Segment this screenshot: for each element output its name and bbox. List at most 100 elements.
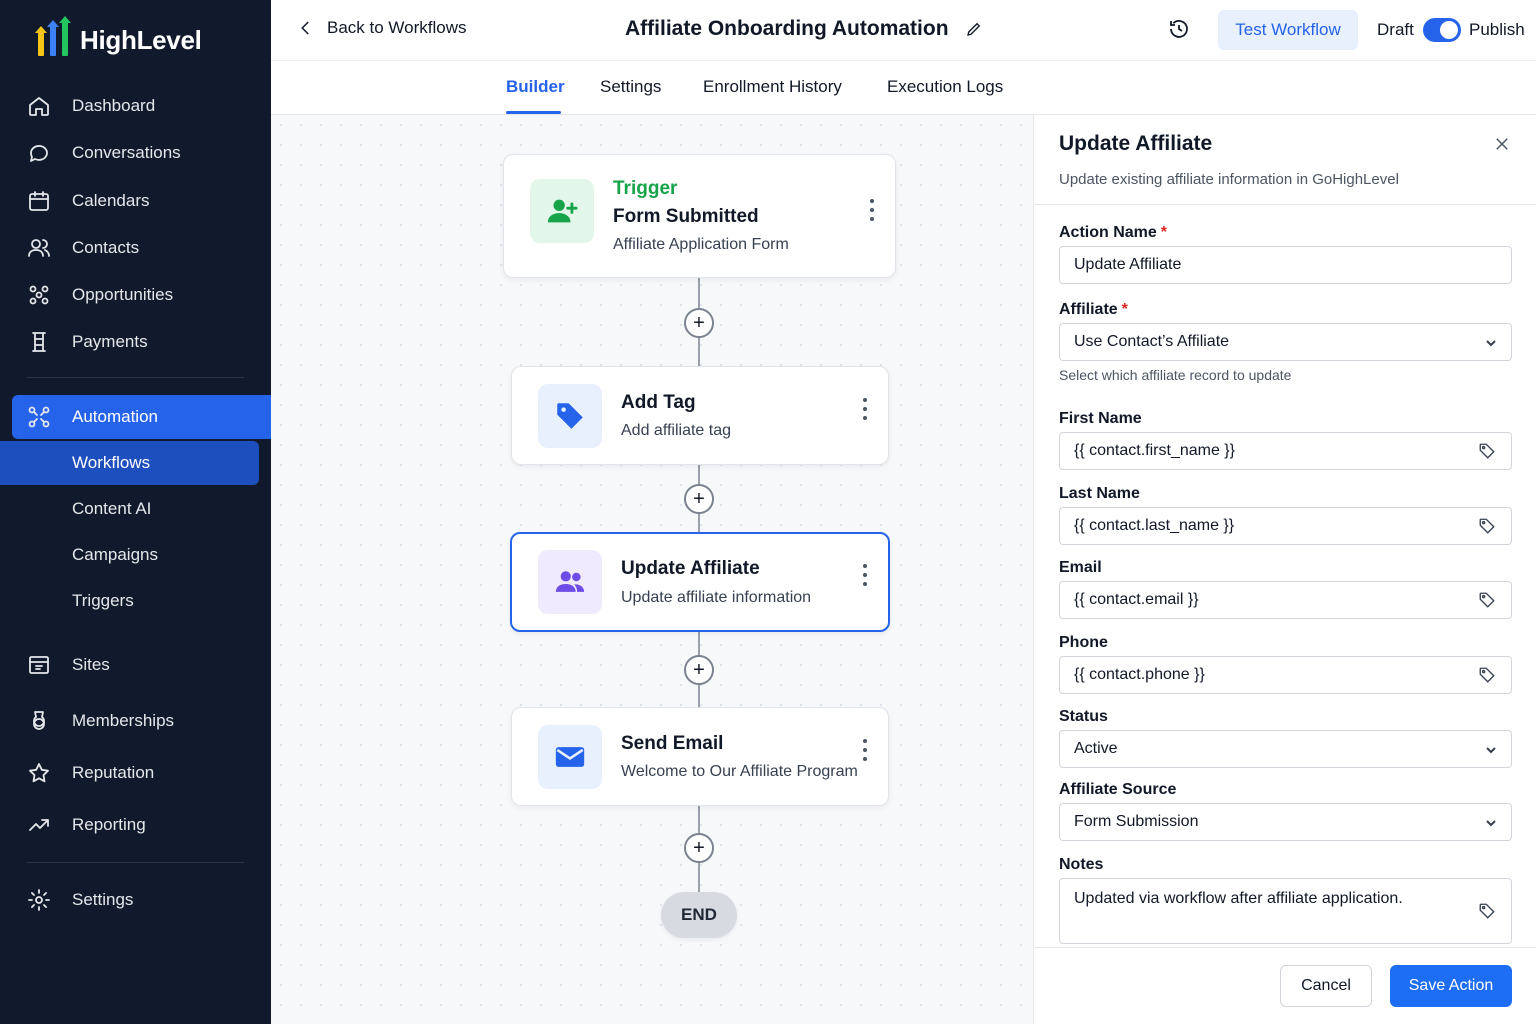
node-title: Add Tag [621,392,696,413]
node-menu-icon[interactable] [862,739,868,761]
affiliate-source-select[interactable]: Form Submission [1059,803,1512,841]
email-field[interactable]: {{ contact.email }} [1059,581,1463,619]
user-plus-icon [530,179,594,243]
pencil-icon[interactable] [965,20,983,38]
email-label: Email [1059,559,1102,576]
node-menu-icon[interactable] [862,564,868,586]
node-subtitle: Add affiliate tag [621,422,732,439]
brand-logo[interactable]: HighLevel [35,16,202,60]
history-button[interactable] [1167,17,1193,43]
affiliate-select[interactable]: Use Contact’s Affiliate [1059,323,1512,361]
affiliate-source-label: Affiliate Source [1059,781,1177,798]
node-subtitle: Affiliate Application Form [613,236,789,253]
send-email-node[interactable]: Send Email Welcome to Our Affiliate Prog… [511,707,889,806]
last-name-label: Last Name [1059,485,1140,502]
sidebar-item-label: Conversations [72,143,181,162]
sidebar-item-dashboard[interactable]: Dashboard [0,84,271,128]
action-settings-panel: Update Affiliate Update existing affilia… [1033,115,1536,1024]
affiliate-select-value: Use Contact’s Affiliate [1074,333,1230,350]
node-title: Form Submitted [613,206,759,227]
merge-field-button[interactable] [1462,581,1512,619]
sidebar-subitem-campaigns[interactable]: Campaigns [0,533,259,577]
sidebar-item-contacts[interactable]: Contacts [0,226,271,270]
workflow-title: Affiliate Onboarding Automation [625,17,983,41]
calendar-icon [26,188,52,214]
sidebar-divider [26,862,244,863]
sidebar-item-payments[interactable]: Payments [0,320,271,364]
automation-icon [26,404,52,430]
panel-footer: Cancel Save Action [1034,947,1536,1024]
affiliate-source-value: Form Submission [1074,813,1199,830]
tag-icon [538,384,602,448]
first-name-input[interactable]: {{ contact.first_name }} [1059,432,1463,470]
workflow-canvas[interactable]: + + + + Trigger Form Submitted Affiliate… [271,115,1033,1024]
node-menu-icon[interactable] [869,199,875,221]
action-name-input[interactable]: Update Affiliate [1059,246,1512,284]
sidebar-item-opportunities[interactable]: Opportunities [0,273,271,317]
label-text: Affiliate [1059,301,1118,318]
history-icon [1170,20,1188,38]
sidebar-item-automation[interactable]: Automation [12,395,271,439]
merge-field-button[interactable] [1462,656,1512,694]
sidebar-subitem-label: Campaigns [72,545,158,564]
panel-description: Update existing affiliate information in… [1059,171,1399,188]
sidebar-subitem-triggers[interactable]: Triggers [0,579,259,623]
tab-builder[interactable]: Builder [506,77,565,97]
sidebar-divider [26,377,244,378]
first-name-label: First Name [1059,410,1142,427]
add-step-button[interactable]: + [684,308,714,338]
back-to-workflows-link[interactable]: Back to Workflows [297,18,467,38]
active-tab-indicator [506,111,561,114]
sidebar-subitem-label: Workflows [72,453,151,472]
required-marker: * [1160,224,1168,241]
chevron-down-icon [1485,336,1497,348]
merge-field-button[interactable] [1462,432,1512,470]
merge-field-button[interactable] [1462,878,1512,944]
payments-icon [26,329,52,355]
add-step-button[interactable]: + [684,833,714,863]
tag-icon [1479,592,1495,608]
chevron-down-icon [1485,816,1497,828]
sidebar-item-memberships[interactable]: Memberships [0,699,271,743]
node-title: Update Affiliate [621,558,760,579]
publish-toggle[interactable] [1423,18,1461,42]
tab-settings[interactable]: Settings [600,77,661,97]
sidebar-item-reputation[interactable]: Reputation [0,751,271,795]
workflow-title-text: Affiliate Onboarding Automation [625,17,949,40]
tab-execution-logs[interactable]: Execution Logs [887,77,1003,97]
star-icon [26,760,52,786]
tab-enrollment-history[interactable]: Enrollment History [703,77,842,97]
notes-textarea[interactable]: Updated via workflow after affiliate app… [1059,878,1463,944]
status-select[interactable]: Active [1059,730,1512,768]
publish-label: Publish [1469,20,1525,39]
sidebar-item-conversations[interactable]: Conversations [0,131,271,175]
sidebar: HighLevel Dashboard Conversations Calend… [0,0,271,1024]
sidebar-item-calendars[interactable]: Calendars [0,179,271,223]
sidebar-subitem-content-ai[interactable]: Content AI [0,487,259,531]
add-tag-node[interactable]: Add Tag Add affiliate tag [511,366,889,465]
sidebar-item-label: Contacts [72,238,140,257]
sidebar-subitem-workflows[interactable]: Workflows [0,441,259,485]
trigger-node[interactable]: Trigger Form Submitted Affiliate Applica… [503,154,896,278]
last-name-input[interactable]: {{ contact.last_name }} [1059,507,1463,545]
sidebar-item-sites[interactable]: Sites [0,643,271,687]
phone-input[interactable]: {{ contact.phone }} [1059,656,1463,694]
trend-icon [26,812,52,838]
node-menu-icon[interactable] [862,398,868,420]
cancel-button[interactable]: Cancel [1280,965,1372,1007]
add-step-button[interactable]: + [684,484,714,514]
save-action-button[interactable]: Save Action [1390,965,1512,1007]
add-step-button[interactable]: + [684,655,714,685]
action-name-label: Action Name * [1059,224,1167,242]
tag-icon [1479,518,1495,534]
tag-icon [1479,903,1495,919]
close-panel-button[interactable] [1493,135,1511,153]
sidebar-item-reporting[interactable]: Reporting [0,803,271,847]
chevron-left-icon [301,21,309,35]
sidebar-item-settings[interactable]: Settings [0,878,271,922]
tag-icon [1479,667,1495,683]
update-affiliate-node[interactable]: Update Affiliate Update affiliate inform… [510,532,890,632]
sidebar-item-label: Settings [72,890,134,909]
merge-field-button[interactable] [1462,507,1512,545]
test-workflow-button[interactable]: Test Workflow [1218,10,1358,50]
